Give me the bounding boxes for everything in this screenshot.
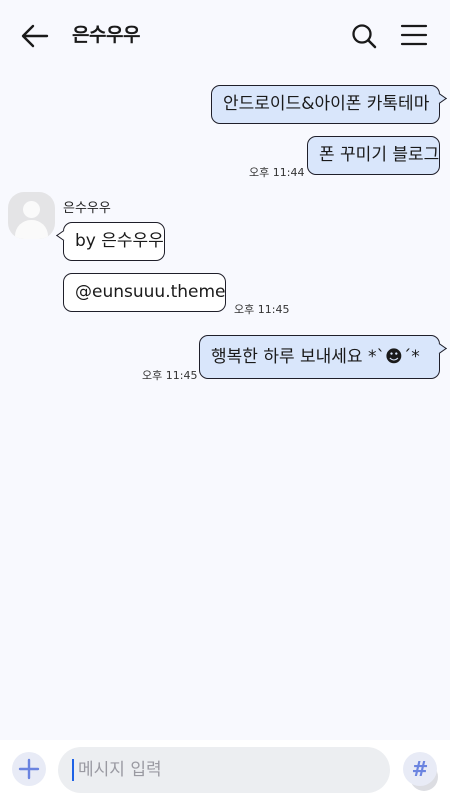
message-input-container[interactable]: [58, 747, 438, 793]
plus-icon: [18, 758, 40, 780]
hash-label: #: [411, 757, 429, 781]
attach-button[interactable]: [12, 752, 46, 786]
sender-name: 은수우우: [63, 201, 111, 216]
message-text: 안드로이드&아이폰 카톡테마: [223, 94, 430, 114]
message-bubble[interactable]: 안드로이드&아이폰 카톡테마: [211, 85, 440, 124]
message-bubble[interactable]: by 은수우우: [63, 222, 165, 261]
message-text: 행복한 하루 보내세요 *ˋ☻ˊ*: [211, 346, 420, 367]
chat-title: 은수우우: [72, 24, 140, 46]
message-time: 오후 11:45: [142, 369, 198, 382]
hashtag-button[interactable]: #: [403, 752, 437, 786]
search-icon[interactable]: [350, 22, 378, 50]
message-bubble[interactable]: 폰 꾸미기 블로그: [307, 136, 440, 175]
message-bubble[interactable]: 행복한 하루 보내세요 *ˋ☻ˊ*: [199, 335, 440, 379]
message-time: 오후 11:45: [234, 303, 290, 316]
message-bubble[interactable]: @eunsuuu.theme: [63, 273, 226, 312]
text-cursor: [72, 759, 74, 781]
avatar[interactable]: [8, 192, 55, 239]
message-composer: #: [0, 740, 450, 800]
arrow-left-icon[interactable]: [20, 22, 50, 50]
message-time: 오후 11:44: [249, 166, 305, 179]
chat-header: 은수우우: [0, 0, 450, 70]
message-input[interactable]: [78, 747, 338, 793]
message-text: by 은수우우: [75, 231, 164, 251]
hamburger-menu-icon[interactable]: [400, 22, 428, 48]
message-text: 폰 꾸미기 블로그: [319, 145, 440, 165]
message-text: @eunsuuu.theme: [75, 282, 226, 302]
